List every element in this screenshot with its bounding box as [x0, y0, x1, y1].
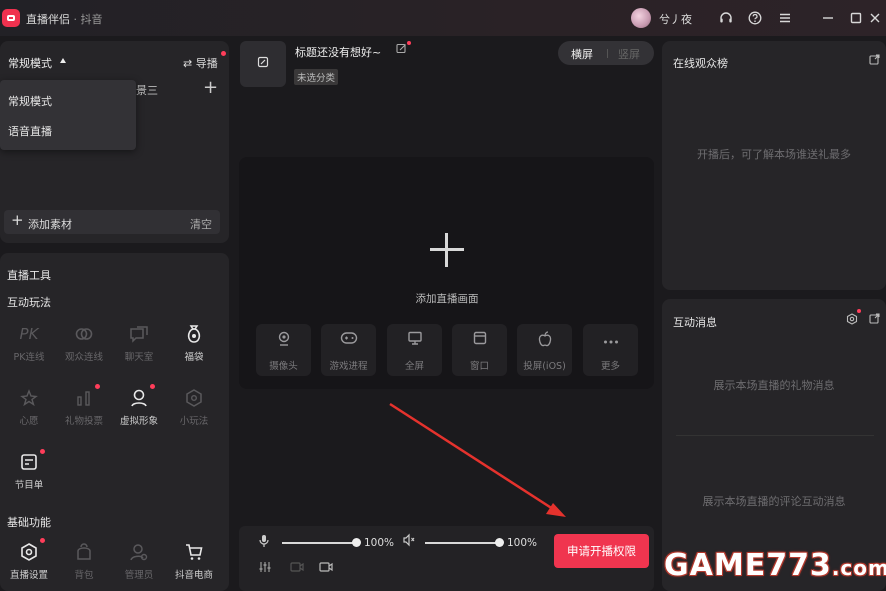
annotation-arrow — [389, 402, 566, 517]
watermark-suffix: .com — [831, 556, 886, 580]
site-watermark: GAME773.com — [664, 548, 886, 584]
watermark-text: GAME773 — [664, 548, 832, 583]
